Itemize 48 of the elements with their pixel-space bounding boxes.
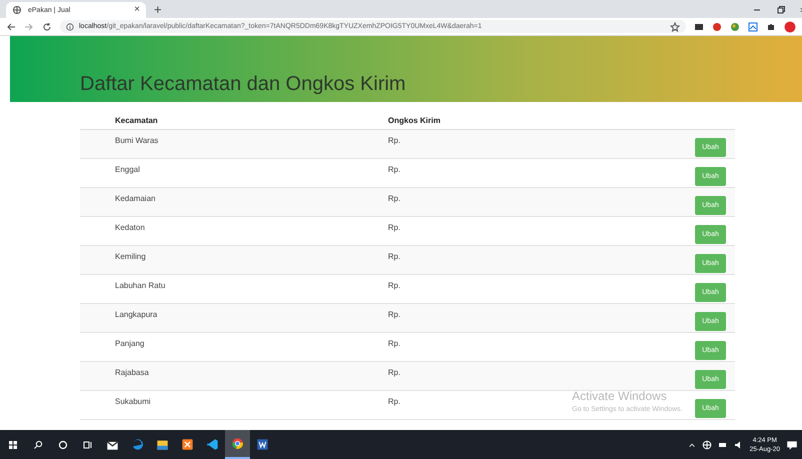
table-cell-text: Rp. <box>388 164 400 174</box>
restore-icon[interactable] <box>776 5 786 15</box>
table-cell-text: Rp. <box>388 396 400 406</box>
chrome-icon <box>231 437 244 450</box>
tab-close-button[interactable]: × <box>134 5 140 15</box>
globe-icon[interactable] <box>702 440 712 450</box>
avatar-icon[interactable] <box>784 20 796 32</box>
column-header: Ongkos Kirim <box>388 116 442 125</box>
table-cell-text: Rp. <box>388 338 400 348</box>
circle-icon <box>58 440 68 450</box>
code-editor-icon <box>206 438 219 451</box>
table-cell-text: Rp. <box>388 222 400 232</box>
star-icon[interactable] <box>670 22 680 32</box>
stop-sign-icon[interactable] <box>712 22 722 32</box>
screenshot-icon[interactable] <box>748 22 758 32</box>
edge-icon <box>131 438 144 451</box>
folder-icon <box>156 438 169 451</box>
back-icon[interactable] <box>6 22 16 32</box>
reload-icon[interactable] <box>42 22 52 32</box>
page-title: Daftar Kecamatan dan Ongkos Kirim <box>80 73 406 96</box>
table-cell-text: Rajabasa <box>115 367 149 377</box>
table-cell-text: Rp. <box>388 251 400 261</box>
table-cell-text: Rp. <box>388 367 400 377</box>
table-cell-text: Enggal <box>115 164 140 174</box>
new-tab-button[interactable]: + <box>146 3 170 16</box>
info-icon <box>66 22 74 30</box>
table-cell-text: Rp. <box>388 193 400 203</box>
table-cell-text: Kemiling <box>115 251 146 261</box>
globe-icon <box>12 5 22 15</box>
table-cell-text: Panjang <box>115 338 144 348</box>
table-cell-text: Rp. <box>388 280 400 290</box>
crossed-square-icon <box>181 438 194 451</box>
search-icon <box>32 440 42 450</box>
task-view-icon <box>82 440 92 450</box>
table-cell-text: Labuhan Ratu <box>115 280 166 290</box>
table-cell-text: Kedaton <box>115 222 145 232</box>
table-cell-text: Langkapura <box>115 309 158 319</box>
table-cell-text: Rp. <box>388 135 400 145</box>
notification-icon[interactable] <box>786 438 798 450</box>
table-cell-text: Kedamaian <box>115 193 156 203</box>
extension-icon[interactable] <box>694 22 704 32</box>
table-cell-text: Bumi Waras <box>115 135 158 145</box>
activation-notice-title: Activate Windows <box>572 389 668 403</box>
word-icon <box>256 438 269 451</box>
table-cell-text: Rp. <box>388 309 400 319</box>
column-header: Kecamatan <box>115 116 159 125</box>
table-cell-text: Sukabumi <box>115 396 151 406</box>
windows-logo-icon <box>8 440 18 450</box>
